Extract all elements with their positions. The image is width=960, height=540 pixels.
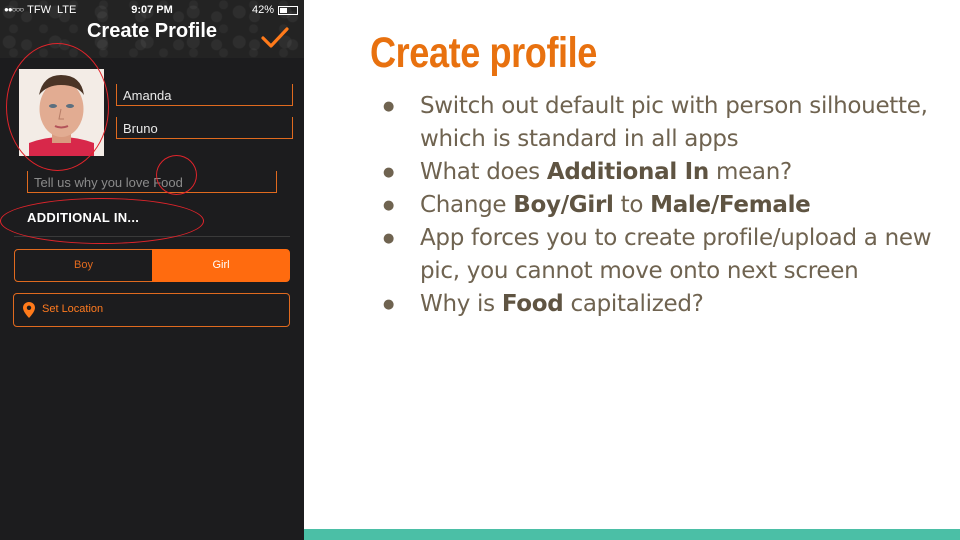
- additional-info-label[interactable]: ADDITIONAL IN...: [27, 210, 139, 225]
- set-location-label: Set Location: [42, 303, 104, 315]
- first-name-value: Amanda: [123, 88, 172, 103]
- bullet-item: App forces you to create profile/upload …: [383, 222, 943, 288]
- battery-percent: 42%: [251, 4, 274, 16]
- nav-bar: ●●○○○ TFW LTE 9:07 PM 42% Create Profile: [0, 0, 304, 58]
- battery-icon: [278, 5, 298, 15]
- set-location-button[interactable]: Set Location: [13, 293, 290, 327]
- bullet-text: capitalized?: [563, 291, 704, 317]
- bullet-text: Switch out default pic with person silho…: [420, 93, 928, 152]
- slide-title: Create profile: [370, 29, 597, 77]
- gender-option-girl[interactable]: Girl: [152, 249, 290, 282]
- bullet-emphasis: Food: [501, 291, 564, 317]
- bullet-text: Why is: [420, 291, 502, 317]
- gender-option-boy[interactable]: Boy: [14, 249, 153, 282]
- location-pin-icon: [23, 302, 35, 318]
- bullet-emphasis: Male/Female: [650, 192, 811, 218]
- love-reason-placeholder: Tell us why you love Food: [34, 175, 183, 190]
- phone-screenshot: ●●○○○ TFW LTE 9:07 PM 42% Create Profile…: [0, 0, 304, 540]
- bullet-text: App forces you to create profile/upload …: [420, 225, 932, 284]
- profile-photo[interactable]: [19, 69, 104, 156]
- status-right: 42%: [252, 3, 298, 17]
- last-name-value: Bruno: [123, 121, 158, 136]
- page-title: Create Profile: [86, 20, 218, 42]
- bullet-list: Switch out default pic with person silho…: [383, 90, 943, 321]
- divider: [14, 236, 290, 237]
- bullet-text: Change: [420, 192, 514, 218]
- battery-fill: [280, 7, 287, 13]
- bullet-item: Switch out default pic with person silho…: [383, 90, 943, 156]
- bullet-text: What does: [420, 159, 547, 185]
- bullet-emphasis: Boy/Girl: [513, 192, 614, 218]
- bullet-item: Change Boy/Girl to Male/Female: [383, 189, 943, 222]
- bullet-text: to: [613, 192, 651, 218]
- checkmark-icon[interactable]: [260, 26, 290, 50]
- love-reason-field[interactable]: Tell us why you love Food: [27, 171, 277, 193]
- last-name-field[interactable]: Bruno: [116, 117, 293, 139]
- bullet-text: mean?: [708, 159, 792, 185]
- bullet-item: What does Additional In mean?: [383, 156, 943, 189]
- bullet-emphasis: Additional In: [546, 159, 709, 185]
- footer-accent-bar: [304, 529, 960, 540]
- first-name-field[interactable]: Amanda: [116, 84, 293, 106]
- bullet-item: Why is Food capitalized?: [383, 288, 943, 321]
